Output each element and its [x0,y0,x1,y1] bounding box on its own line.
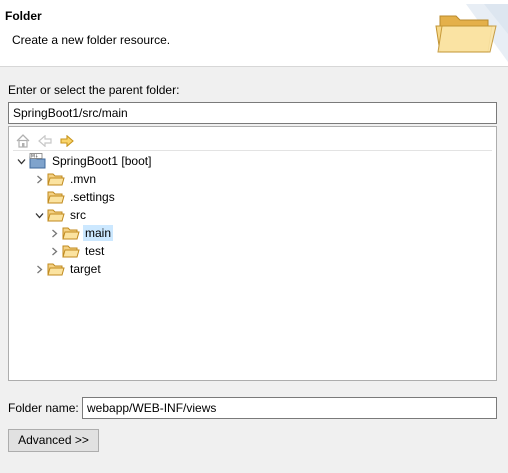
folder-icon [62,243,80,259]
tree-node-label: SpringBoot1 [boot] [52,154,152,168]
tree-node-main[interactable]: main [47,224,114,242]
folder-icon [62,225,80,241]
home-icon [16,134,30,148]
chevron-right-icon[interactable] [47,226,61,240]
dialog-title: Folder [5,9,42,23]
tree-toolbar [14,132,76,150]
tree-node-label: .settings [70,190,115,204]
chevron-down-icon[interactable] [32,208,46,222]
tree-node-test[interactable]: test [47,242,106,260]
tree-node-target[interactable]: target [32,260,103,278]
tree-node-label: src [70,208,86,222]
parent-folder-label: Enter or select the parent folder: [8,83,180,97]
tree-node-label: target [70,262,101,276]
chevron-down-icon[interactable] [14,154,28,168]
folder-name-input[interactable]: webapp/WEB-INF/views [82,397,497,419]
svg-text:M↓: M↓ [31,154,39,160]
folder-icon [47,171,65,187]
chevron-right-icon[interactable] [47,244,61,258]
tree-node-label: main [83,225,114,241]
home-button[interactable] [14,132,32,150]
forward-button[interactable] [58,132,76,150]
tree-node-src[interactable]: src [32,206,88,224]
tree-node-mvn[interactable]: .mvn [32,170,98,188]
chevron-right-icon[interactable] [32,172,46,186]
folder-icon [47,207,65,223]
toolbar-divider [13,150,492,151]
chevron-right-icon[interactable] [32,262,46,276]
tree-node-label: test [85,244,105,258]
parent-folder-input[interactable]: SpringBoot1/src/main [8,102,497,124]
advanced-button[interactable]: Advanced >> [8,429,99,452]
tree-node-label: .mvn [70,172,97,186]
folder-name-label: Folder name: [8,401,79,415]
dialog-subtitle: Create a new folder resource. [12,33,171,47]
project-icon: M↓ [29,153,47,169]
folder-icon [47,261,65,277]
dialog-header: Folder Create a new folder resource. [0,0,508,67]
tree-node-springboot1[interactable]: M↓ SpringBoot1 [boot] [14,152,153,170]
back-arrow-icon [38,135,52,147]
back-button[interactable] [36,132,54,150]
forward-arrow-icon [60,135,74,147]
open-folder-icon [435,4,508,62]
folder-icon [47,189,65,205]
folder-tree[interactable]: M↓ SpringBoot1 [boot] .mvn .settings src… [8,126,497,381]
tree-node-settings[interactable]: .settings [32,188,117,206]
